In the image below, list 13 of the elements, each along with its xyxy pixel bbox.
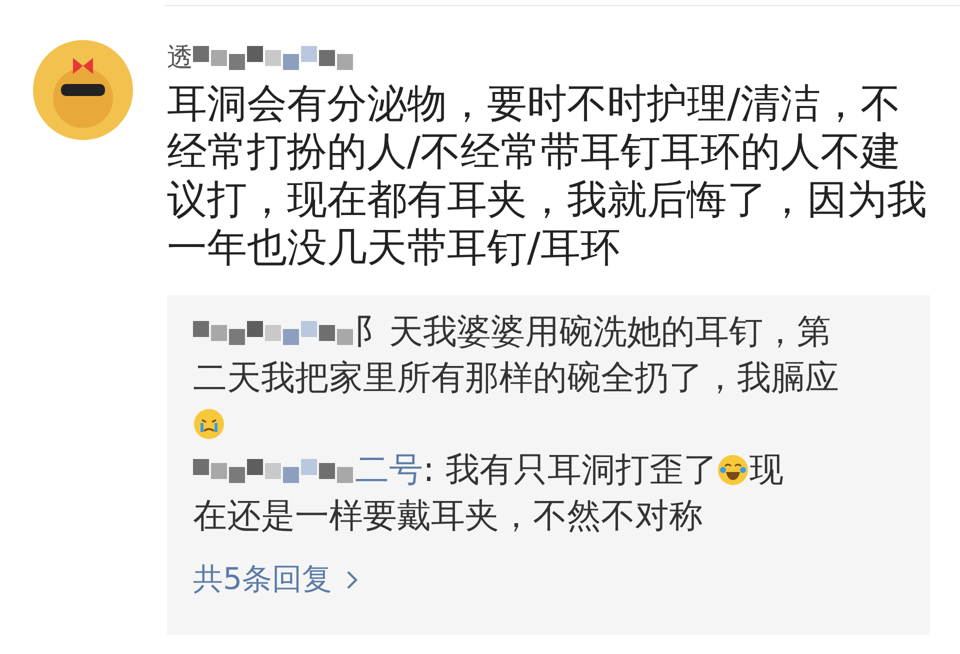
- reply-text: 阝天我婆婆用碗洗她的耳钉，第: [355, 311, 831, 354]
- chevron-right-icon: [346, 570, 358, 590]
- reply-text: 二天我把家里所有那样的碗全扔了，我膈应: [193, 357, 839, 400]
- reply-text: : 我有只耳洞打歪了: [423, 449, 718, 492]
- comment-text: 耳洞会有分泌物，要时不时护理/清洁，不经常打扮的人/不经常带耳钉耳环的人不建议打，现在都有耳夹，我就后悔了，因为我一年也没几天带耳钉/耳环: [167, 80, 928, 272]
- reply-text: 现: [749, 449, 784, 492]
- more-replies-link[interactable]: 共5条回复: [193, 559, 358, 600]
- avatar[interactable]: [33, 40, 133, 140]
- laughing-face-icon: [717, 454, 750, 486]
- reply-text: 在还是一样要戴耳夹，不然不对称: [193, 495, 703, 538]
- author-name: 透: [167, 42, 193, 74]
- reply-author[interactable]: 二号: [355, 447, 423, 493]
- crying-face-icon: [193, 408, 225, 440]
